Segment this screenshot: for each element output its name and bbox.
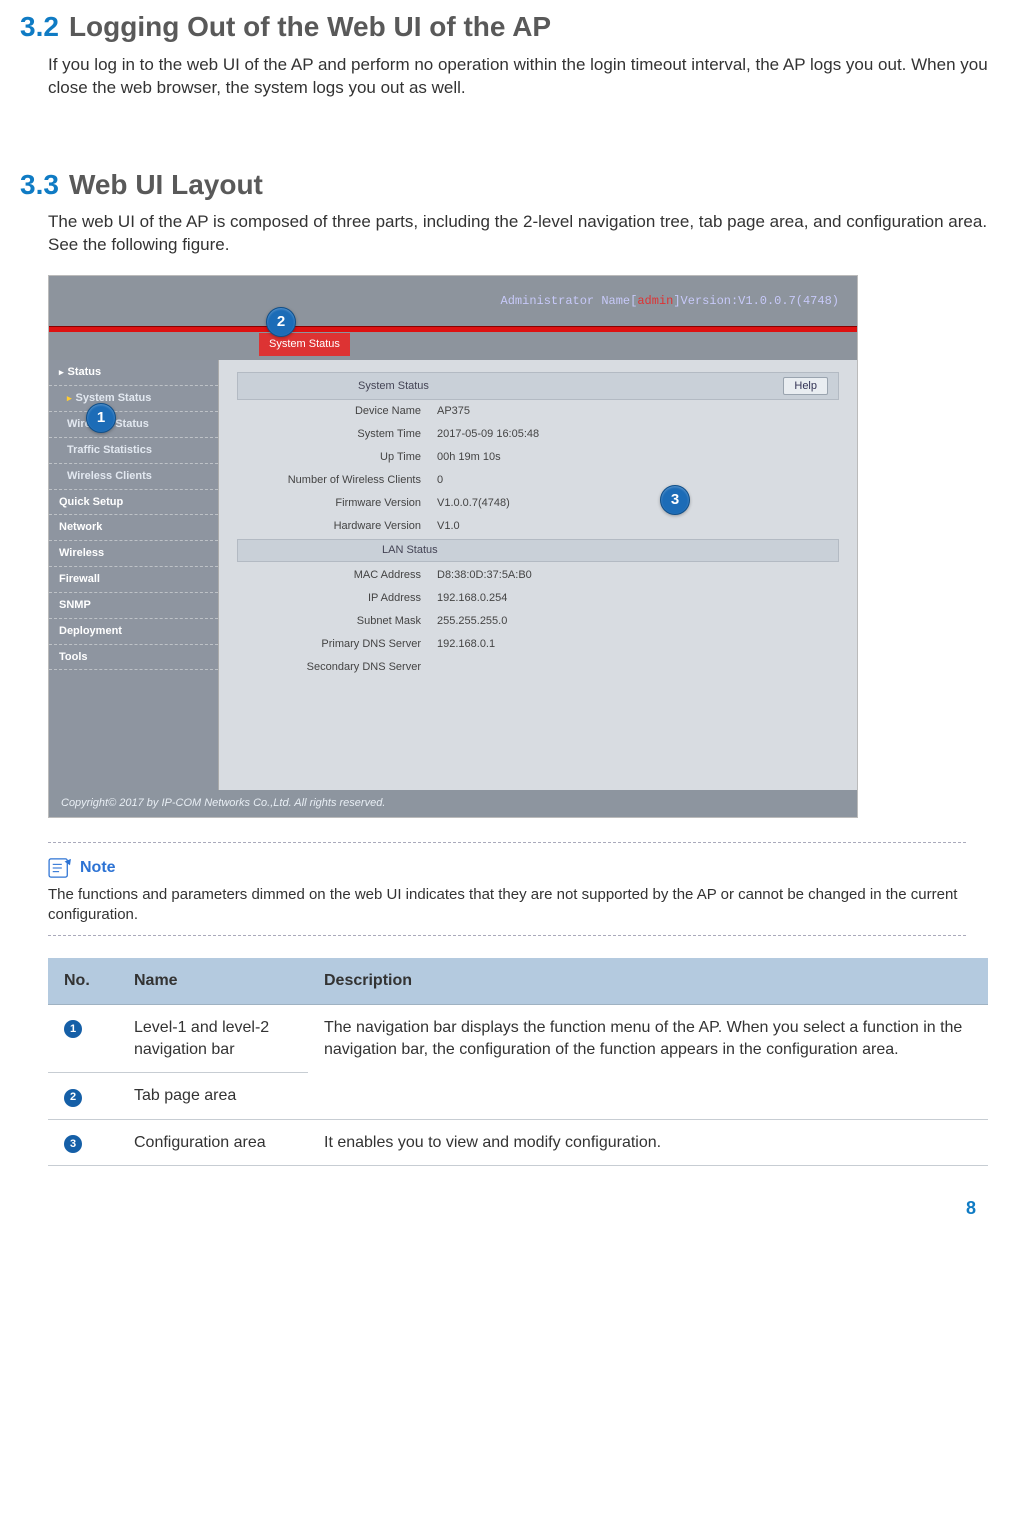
field-label: IP Address	[237, 591, 437, 606]
row-num: 2	[64, 1089, 82, 1107]
tab-system-status[interactable]: System Status	[259, 333, 350, 356]
page-number: 8	[966, 1196, 976, 1220]
config-row: System Time2017-05-09 16:05:48	[237, 423, 839, 446]
config-row: Number of Wireless Clients0	[237, 469, 839, 492]
section-number: 3.3	[20, 169, 59, 200]
th-desc: Description	[308, 958, 988, 1004]
row-num: 1	[64, 1020, 82, 1038]
divider	[48, 842, 966, 843]
field-label: Device Name	[237, 404, 437, 419]
field-value: 192.168.0.254	[437, 591, 507, 606]
version-label: ]Version:V1.0.0.7(4748)	[673, 293, 839, 309]
nav-network[interactable]: Network	[49, 515, 218, 541]
field-label: Secondary DNS Server	[237, 660, 437, 675]
field-label: Number of Wireless Clients	[237, 473, 437, 488]
nav-sub-traffic[interactable]: Traffic Statistics	[49, 438, 218, 464]
screenshot-figure: Administrator Name[admin]Version:V1.0.0.…	[48, 275, 994, 818]
th-no: No.	[48, 958, 118, 1004]
nav-tools[interactable]: Tools	[49, 645, 218, 671]
note-label: Note	[80, 857, 116, 879]
table-row: 1 Level-1 and level-2 navigation bar The…	[48, 1005, 988, 1073]
row-num: 3	[64, 1135, 82, 1153]
field-label: Primary DNS Server	[237, 637, 437, 652]
section-title: Web UI Layout	[69, 169, 263, 200]
navigation-tree: Status System Status Wireless Status Tra…	[49, 360, 219, 790]
note-block: Note The functions and parameters dimmed…	[48, 857, 966, 925]
field-label: Firmware Version	[237, 496, 437, 511]
admin-bar: Administrator Name[admin]Version:V1.0.0.…	[49, 276, 857, 326]
note-text: The functions and parameters dimmed on t…	[48, 885, 966, 926]
nav-status[interactable]: Status	[49, 360, 218, 386]
config-row: Device NameAP375	[237, 400, 839, 423]
config-row: Firmware VersionV1.0.0.7(4748)	[237, 492, 839, 515]
field-value: V1.0	[437, 519, 460, 534]
row-desc: It enables you to view and modify config…	[308, 1119, 988, 1166]
field-value: 192.168.0.1	[437, 637, 495, 652]
config-row: Subnet Mask255.255.255.0	[237, 610, 839, 633]
lan-status-header: LAN Status	[237, 539, 839, 562]
admin-label: Administrator Name[	[501, 293, 638, 309]
field-value: AP375	[437, 404, 470, 419]
nav-sub-system-status[interactable]: System Status	[49, 386, 218, 412]
config-row: IP Address192.168.0.254	[237, 587, 839, 610]
config-row: Up Time00h 19m 10s	[237, 446, 839, 469]
field-value: D8:38:0D:37:5A:B0	[437, 568, 532, 583]
field-label: Up Time	[237, 450, 437, 465]
field-label: Subnet Mask	[237, 614, 437, 629]
row-name: Tab page area	[118, 1073, 308, 1120]
field-label: Hardware Version	[237, 519, 437, 534]
configuration-area: System Status Help Device NameAP375Syste…	[219, 360, 857, 790]
nav-sub-wireless-clients[interactable]: Wireless Clients	[49, 464, 218, 490]
field-value: V1.0.0.7(4748)	[437, 496, 510, 511]
config-row: Hardware VersionV1.0	[237, 515, 839, 538]
nav-sub-wireless-status[interactable]: Wireless Status	[49, 412, 218, 438]
section-number: 3.2	[20, 11, 59, 42]
config-row: MAC AddressD8:38:0D:37:5A:B0	[237, 564, 839, 587]
config-row: Primary DNS Server192.168.0.1	[237, 633, 839, 656]
section-title: Logging Out of the Web UI of the AP	[69, 11, 551, 42]
help-button[interactable]: Help	[783, 377, 828, 395]
row-name: Level-1 and level-2 navigation bar	[118, 1005, 308, 1073]
note-icon	[48, 858, 72, 878]
admin-user: admin	[637, 293, 673, 309]
nav-deployment[interactable]: Deployment	[49, 619, 218, 645]
nav-quick-setup[interactable]: Quick Setup	[49, 490, 218, 516]
copyright-footer: Copyright© 2017 by IP-COM Networks Co.,L…	[49, 790, 857, 817]
field-value: 2017-05-09 16:05:48	[437, 427, 539, 442]
section-3-2-body: If you log in to the web UI of the AP an…	[48, 54, 994, 100]
panel-header: System Status Help	[237, 372, 839, 400]
row-name: Configuration area	[118, 1119, 308, 1166]
field-value: 255.255.255.0	[437, 614, 507, 629]
section-3-2-heading: 3.2 Logging Out of the Web UI of the AP	[20, 8, 994, 46]
field-label: MAC Address	[237, 568, 437, 583]
field-label: System Time	[237, 427, 437, 442]
field-value: 00h 19m 10s	[437, 450, 501, 465]
divider	[48, 935, 966, 936]
nav-firewall[interactable]: Firewall	[49, 567, 218, 593]
tab-row: System Status	[49, 332, 857, 360]
table-row: 3 Configuration area It enables you to v…	[48, 1119, 988, 1166]
nav-snmp[interactable]: SNMP	[49, 593, 218, 619]
nav-wireless[interactable]: Wireless	[49, 541, 218, 567]
panel-title: System Status	[358, 379, 429, 394]
legend-table: No. Name Description 1 Level-1 and level…	[48, 958, 988, 1166]
section-3-3-heading: 3.3 Web UI Layout	[20, 166, 994, 204]
th-name: Name	[118, 958, 308, 1004]
config-row: Secondary DNS Server	[237, 656, 839, 679]
row-desc: The navigation bar displays the function…	[308, 1005, 988, 1120]
section-3-3-body: The web UI of the AP is composed of thre…	[48, 211, 994, 257]
field-value: 0	[437, 473, 443, 488]
